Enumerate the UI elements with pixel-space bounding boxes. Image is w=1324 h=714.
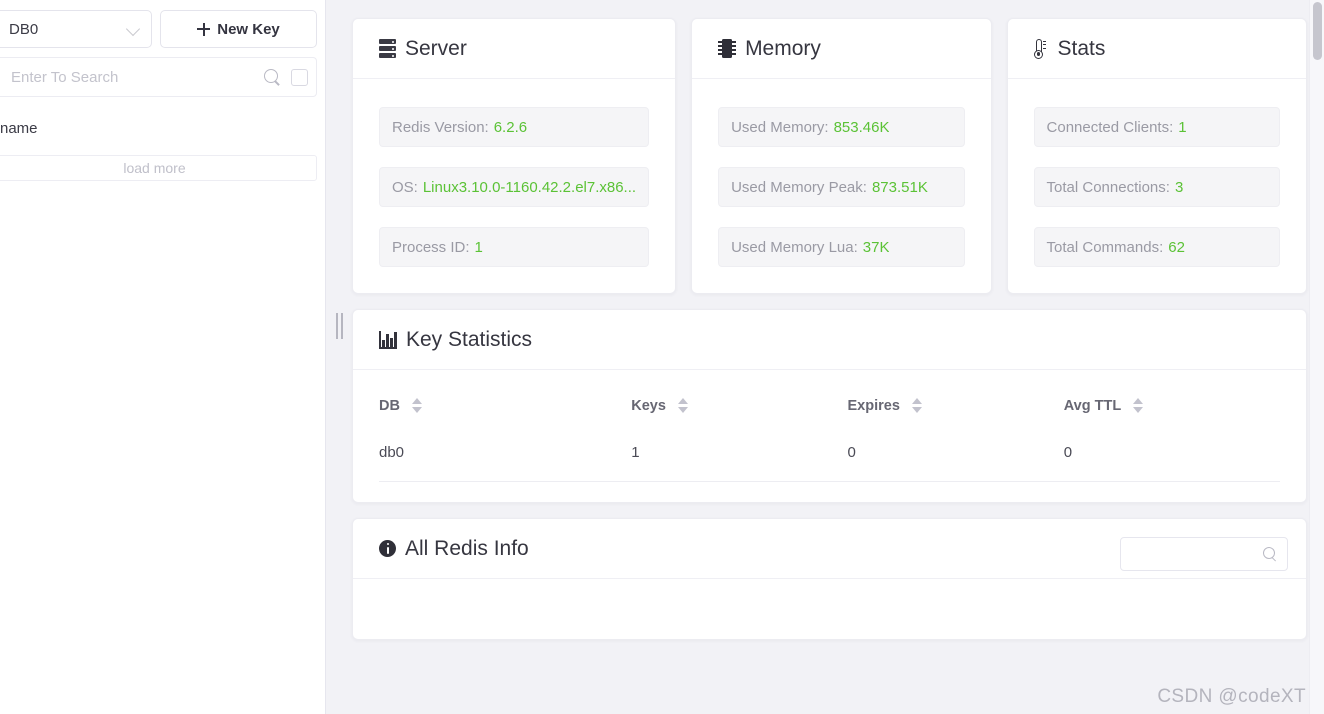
cell-avg-ttl: 0 xyxy=(1063,424,1280,482)
memory-stat-row: Used Memory: 853.46K xyxy=(718,107,965,147)
table-row: db0 1 0 0 xyxy=(379,424,1280,482)
column-label: Keys xyxy=(631,398,666,414)
page-scrollbar[interactable] xyxy=(1309,0,1324,714)
key-statistics-table: DB Keys Expires Avg TTL db0 1 0 0 xyxy=(379,370,1280,482)
key-name: name xyxy=(0,120,38,137)
info-cards-row: Server Redis Version: 6.2.6 OS: Linux3.1… xyxy=(352,18,1307,294)
server-card: Server Redis Version: 6.2.6 OS: Linux3.1… xyxy=(352,18,677,294)
cell-keys: 1 xyxy=(631,424,848,482)
all-redis-info-search xyxy=(1120,537,1288,571)
select-all-checkbox[interactable] xyxy=(291,68,308,86)
memory-card-body: Used Memory: 853.46K Used Memory Peak: 8… xyxy=(692,79,990,293)
memory-chip-icon xyxy=(718,39,737,58)
memory-card: Memory Used Memory: 853.46K Used Memory … xyxy=(691,18,992,294)
stat-value: 37K xyxy=(862,238,890,256)
stat-label: Total Connections: xyxy=(1046,178,1170,196)
all-redis-info-title: All Redis Info xyxy=(405,536,529,560)
stat-label: Used Memory Peak: xyxy=(731,178,867,196)
key-statistics-card: Key Statistics DB Keys Expires Avg TTL d… xyxy=(352,309,1307,503)
thermometer-icon xyxy=(1034,38,1049,59)
sort-toggle-icon[interactable] xyxy=(411,398,422,413)
app-root: DB0 New Key name load more xyxy=(0,0,1324,714)
all-redis-info-card: All Redis Info xyxy=(352,518,1307,640)
column-label: DB xyxy=(379,398,400,414)
list-item[interactable]: name xyxy=(0,115,325,143)
stat-value: Linux3.10.0-1160.42.2.el7.x86... xyxy=(422,178,637,196)
stat-value: 873.51K xyxy=(871,178,928,196)
load-more-label: load more xyxy=(123,160,186,176)
key-search-bar xyxy=(0,57,317,97)
cell-db: db0 xyxy=(379,424,632,482)
key-search-input[interactable] xyxy=(9,67,264,87)
column-header-keys[interactable]: Keys xyxy=(631,370,847,424)
db-select[interactable]: DB0 xyxy=(0,10,152,48)
new-key-button[interactable]: New Key xyxy=(160,10,317,48)
bar-chart-icon xyxy=(379,330,397,349)
db-select-value: DB0 xyxy=(9,20,39,38)
key-statistics-header: Key Statistics xyxy=(353,310,1306,370)
memory-stat-row: Used Memory Peak: 873.51K xyxy=(718,167,965,207)
plus-icon xyxy=(197,22,211,36)
stat-label: Used Memory: xyxy=(731,118,829,136)
sort-toggle-icon[interactable] xyxy=(911,398,922,413)
scrollbar-thumb[interactable] xyxy=(1313,2,1322,60)
stat-label: Total Commands: xyxy=(1046,238,1164,256)
memory-card-title: Memory xyxy=(745,36,821,60)
key-statistics-body: DB Keys Expires Avg TTL db0 1 0 0 xyxy=(353,370,1306,502)
key-list: name load more xyxy=(0,97,325,181)
stats-stat-row: Total Connections: 3 xyxy=(1033,167,1280,207)
main-content: Server Redis Version: 6.2.6 OS: Linux3.1… xyxy=(341,0,1324,714)
sidebar-resize-handle[interactable] xyxy=(327,0,343,714)
server-stat-row: Redis Version: 6.2.6 xyxy=(379,107,650,147)
stats-card-title: Stats xyxy=(1057,36,1106,60)
chevron-down-icon xyxy=(127,22,141,36)
stat-label: OS: xyxy=(392,178,418,196)
info-icon xyxy=(379,540,396,557)
table-header-row: DB Keys Expires Avg TTL xyxy=(379,370,1280,424)
column-header-db[interactable]: DB xyxy=(379,370,631,424)
memory-stat-row: Used Memory Lua: 37K xyxy=(718,227,965,267)
stat-label: Redis Version: xyxy=(392,118,489,136)
key-statistics-title: Key Statistics xyxy=(406,327,533,351)
stat-value: 6.2.6 xyxy=(493,118,528,136)
sort-toggle-icon[interactable] xyxy=(677,398,688,413)
stat-label: Process ID: xyxy=(392,238,470,256)
server-stat-row: OS: Linux3.10.0-1160.42.2.el7.x86... xyxy=(379,167,650,207)
column-header-expires[interactable]: Expires xyxy=(848,370,1064,424)
column-header-avg-ttl[interactable]: Avg TTL xyxy=(1064,370,1280,424)
search-icon[interactable] xyxy=(264,68,281,86)
stats-card-body: Connected Clients: 1 Total Connections: … xyxy=(1008,79,1306,293)
server-stat-row: Process ID: 1 xyxy=(379,227,650,267)
stats-card-header: Stats xyxy=(1007,19,1306,79)
server-card-header: Server xyxy=(353,19,676,79)
all-redis-info-search-input[interactable] xyxy=(1131,545,1263,563)
stat-label: Used Memory Lua: xyxy=(731,238,858,256)
memory-card-header: Memory xyxy=(692,19,991,79)
stats-stat-row: Connected Clients: 1 xyxy=(1033,107,1280,147)
server-icon xyxy=(379,39,396,58)
search-icon[interactable] xyxy=(1263,547,1277,561)
stats-stat-row: Total Commands: 62 xyxy=(1033,227,1280,267)
stat-value: 62 xyxy=(1168,238,1185,256)
stat-value: 1 xyxy=(1178,118,1187,136)
new-key-button-label: New Key xyxy=(217,20,280,38)
server-card-body: Redis Version: 6.2.6 OS: Linux3.10.0-116… xyxy=(353,79,675,293)
sidebar-toolbar: DB0 New Key xyxy=(0,0,325,57)
stat-value: 3 xyxy=(1174,178,1184,196)
load-more-button[interactable]: load more xyxy=(0,155,317,181)
sort-toggle-icon[interactable] xyxy=(1132,398,1143,413)
column-label: Expires xyxy=(847,398,900,414)
stat-value: 1 xyxy=(474,238,483,256)
stats-card: Stats Connected Clients: 1 Total Connect… xyxy=(1006,18,1307,294)
cell-expires: 0 xyxy=(847,424,1064,482)
stat-label: Connected Clients: xyxy=(1046,118,1174,136)
server-card-title: Server xyxy=(405,36,467,60)
stat-value: 853.46K xyxy=(833,118,890,136)
key-browser-sidebar: DB0 New Key name load more xyxy=(0,0,326,714)
column-label: Avg TTL xyxy=(1063,398,1121,414)
